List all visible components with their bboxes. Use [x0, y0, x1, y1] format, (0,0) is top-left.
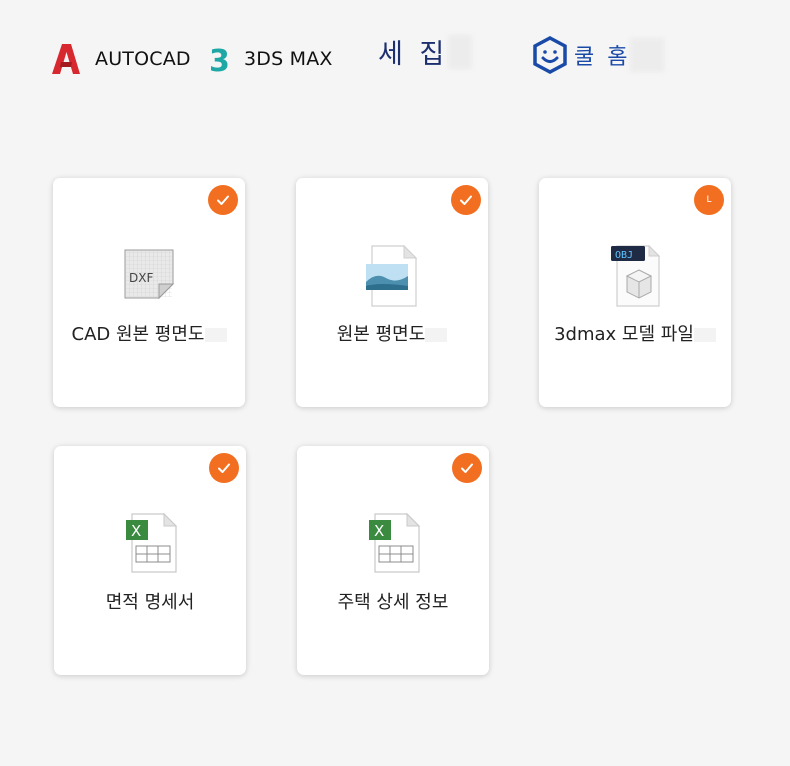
brand-autocad: AUTOCAD	[52, 44, 191, 74]
3dsmax-logo-icon: 3	[209, 44, 230, 74]
excel-file-icon: X	[369, 512, 421, 573]
file-card-house-detail[interactable]: X 주택 상세 정보	[297, 446, 489, 675]
obj-icon-text: OBJ	[615, 250, 633, 261]
brand-sejip: 세 집	[378, 32, 473, 71]
card-label-area-statement: 면적 명세서	[105, 592, 195, 613]
selected-check-badge[interactable]	[452, 453, 482, 483]
excel-file-icon: X	[126, 512, 178, 573]
brand-autocad-label: AUTOCAD	[95, 48, 191, 70]
autocad-logo-icon	[52, 44, 80, 74]
excel-icon-text: X	[374, 522, 384, 540]
brand-3dsmax-label: 3DS MAX	[244, 48, 333, 70]
file-card-3dmax-model[interactable]: L OBJ 3dmax 모델 파일	[539, 178, 731, 407]
check-icon	[461, 463, 473, 473]
svg-text:3: 3	[209, 44, 230, 74]
brand-koolhome: 쿨 홈	[532, 36, 665, 74]
check-icon	[217, 195, 229, 205]
dxf-icon-text: DXF	[129, 271, 153, 285]
file-card-original-floorplan[interactable]: 원본 평면도	[296, 178, 488, 407]
selected-l-badge[interactable]: L	[694, 185, 724, 215]
file-card-area-statement[interactable]: X 면적 명세서	[54, 446, 246, 675]
selected-check-badge[interactable]	[209, 453, 239, 483]
card-label-house-detail: 주택 상세 정보	[337, 592, 449, 613]
selected-check-badge[interactable]	[451, 185, 481, 215]
brand-koolhome-label: 쿨 홈	[574, 45, 631, 70]
brand-sejip-blur	[448, 34, 473, 69]
check-icon	[218, 463, 230, 473]
selected-check-badge[interactable]	[208, 185, 238, 215]
kool-home-logo-icon	[533, 36, 567, 74]
brand-header: AUTOCAD 3 3DS MAX 세 집 쿨 홈	[0, 0, 790, 110]
check-icon	[460, 195, 472, 205]
brand-3dsmax: 3 3DS MAX	[208, 44, 333, 74]
image-file-icon	[366, 244, 418, 307]
excel-icon-text: X	[131, 522, 141, 540]
file-card-cad-floorplan[interactable]: DXF CAD 원본 평면도	[53, 178, 245, 407]
card-label-3dmax-model: 3dmax 모델 파일	[554, 324, 694, 345]
obj-file-icon: OBJ	[611, 244, 661, 307]
brand-sejip-label: 세 집	[378, 39, 449, 70]
brand-koolhome-blur	[630, 38, 665, 72]
card-label-original-floorplan: 원본 평면도	[336, 324, 426, 345]
badge-letter: L	[706, 195, 712, 205]
dxf-file-icon: DXF	[124, 249, 175, 300]
card-label-cad-floorplan: CAD 원본 평면도	[71, 324, 205, 345]
